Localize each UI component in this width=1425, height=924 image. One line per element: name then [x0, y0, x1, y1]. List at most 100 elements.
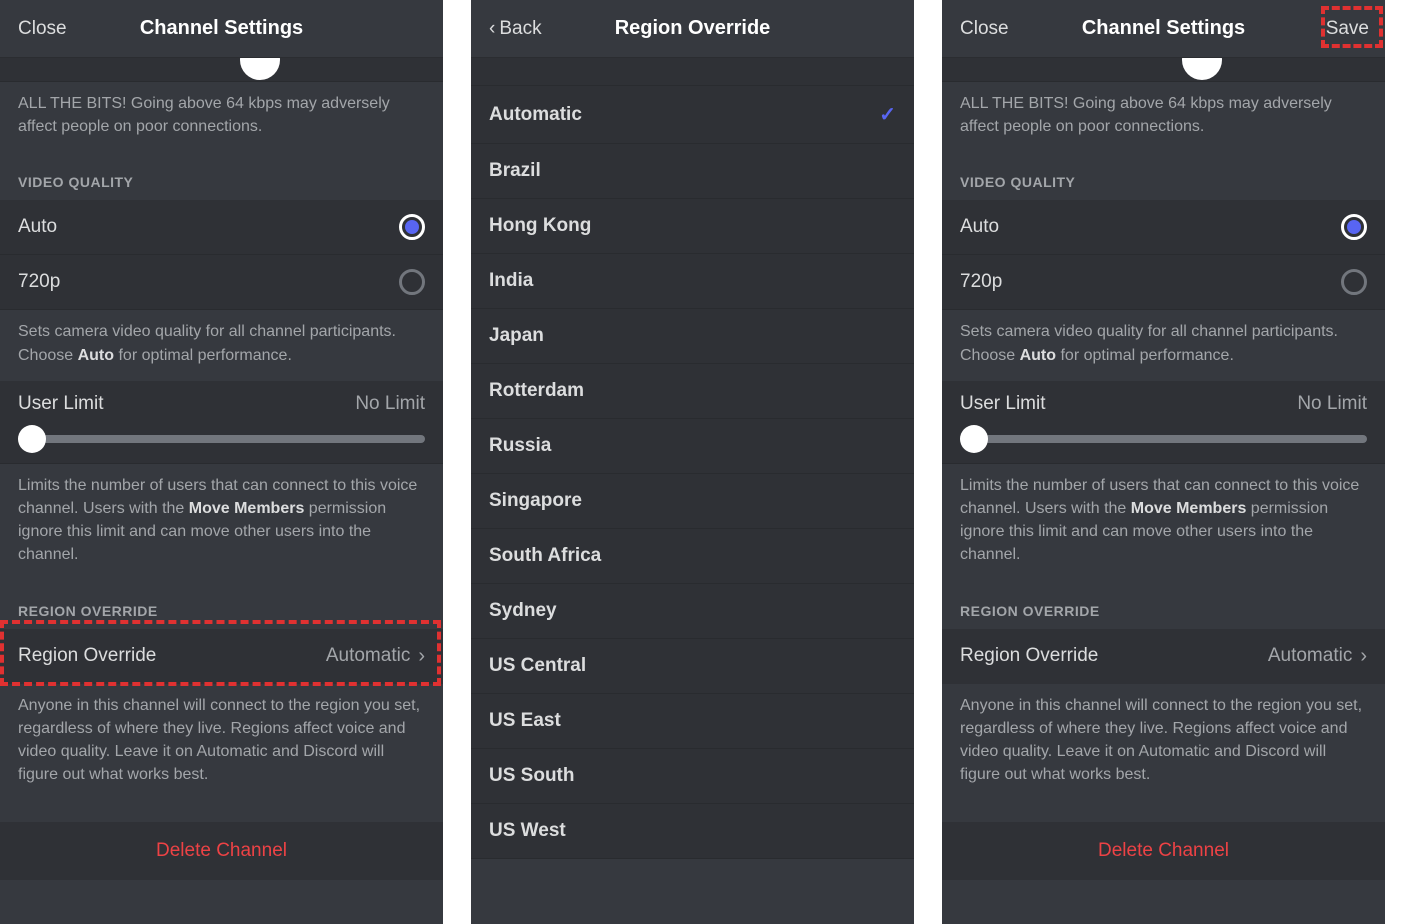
region-item-south-africa[interactable]: South Africa [471, 529, 914, 584]
back-label: Back [499, 18, 541, 40]
region-row-label: Region Override [18, 645, 156, 667]
region-override-description: Anyone in this channel will connect to t… [0, 684, 443, 801]
text-bold: Move Members [189, 500, 305, 517]
slider-track[interactable] [18, 435, 425, 443]
region-item-rotterdam[interactable]: Rotterdam [471, 364, 914, 419]
video-option-720p[interactable]: 720p [0, 255, 443, 310]
region-item-sydney[interactable]: Sydney [471, 584, 914, 639]
slider-track[interactable] [960, 435, 1367, 443]
video-quality-description: Sets camera video quality for all channe… [0, 310, 443, 380]
header: Close Channel Settings Save [942, 0, 1385, 58]
item-label: Russia [489, 435, 551, 457]
slider-thumb-icon[interactable] [18, 425, 46, 453]
radio-selected-icon [399, 214, 425, 240]
channel-settings-panel-1: Close Channel Settings ALL THE BITS! Goi… [0, 0, 443, 924]
region-override-header: REGION OVERRIDE [942, 581, 1385, 629]
slider-thumb-icon[interactable] [960, 425, 988, 453]
item-label: US Central [489, 655, 586, 677]
option-label: Auto [960, 216, 999, 238]
video-quality-description: Sets camera video quality for all channe… [942, 310, 1385, 380]
item-label: Sydney [489, 600, 557, 622]
region-item-us-east[interactable]: US East [471, 694, 914, 749]
radio-selected-icon [1341, 214, 1367, 240]
region-override-row[interactable]: Region Override Automatic › [942, 629, 1385, 684]
video-option-720p[interactable]: 720p [942, 255, 1385, 310]
header: ‹ Back Region Override [471, 0, 914, 58]
region-override-header: REGION OVERRIDE [0, 581, 443, 629]
bitrate-toggle-partial[interactable] [0, 58, 443, 82]
item-label: Japan [489, 325, 544, 347]
delete-channel-button[interactable]: Delete Channel [0, 822, 443, 880]
region-item-brazil[interactable]: Brazil [471, 144, 914, 199]
check-icon: ✓ [879, 102, 896, 127]
page-title: Channel Settings [140, 17, 303, 40]
text: for optimal performance. [114, 347, 292, 364]
save-button[interactable]: Save [1326, 18, 1369, 40]
chevron-right-icon: › [418, 645, 425, 668]
user-limit-label: User Limit [960, 393, 1046, 415]
radio-unselected-icon [399, 269, 425, 295]
option-label: Auto [18, 216, 57, 238]
channel-settings-panel-2: Close Channel Settings Save ALL THE BITS… [942, 0, 1385, 924]
user-limit-description: Limits the number of users that can conn… [942, 464, 1385, 581]
item-label: US East [489, 710, 561, 732]
region-item-russia[interactable]: Russia [471, 419, 914, 474]
option-label: 720p [960, 271, 1002, 293]
video-quality-header: VIDEO QUALITY [0, 152, 443, 200]
content: ALL THE BITS! Going above 64 kbps may ad… [942, 58, 1385, 924]
text-bold: Auto [1020, 347, 1056, 364]
region-item-india[interactable]: India [471, 254, 914, 309]
video-option-auto[interactable]: Auto [942, 200, 1385, 255]
region-row-value: Automatic [326, 645, 410, 667]
header: Close Channel Settings [0, 0, 443, 58]
region-item-us-west[interactable]: US West [471, 804, 914, 859]
text-bold: Move Members [1131, 500, 1247, 517]
toggle-knob [240, 58, 280, 80]
item-label: Singapore [489, 490, 582, 512]
region-row-value: Automatic [1268, 645, 1352, 667]
bitrate-description: ALL THE BITS! Going above 64 kbps may ad… [942, 82, 1385, 152]
user-limit-slider[interactable]: User Limit No Limit [942, 381, 1385, 464]
user-limit-label: User Limit [18, 393, 104, 415]
item-label: Hong Kong [489, 215, 591, 237]
bitrate-toggle-partial[interactable] [942, 58, 1385, 82]
region-override-description: Anyone in this channel will connect to t… [942, 684, 1385, 801]
chevron-right-icon: › [1360, 645, 1367, 668]
video-option-auto[interactable]: Auto [0, 200, 443, 255]
item-label: Automatic [489, 104, 582, 126]
radio-unselected-icon [1341, 269, 1367, 295]
user-limit-description: Limits the number of users that can conn… [0, 464, 443, 581]
page-title: Region Override [615, 17, 771, 40]
user-limit-value: No Limit [1297, 393, 1367, 415]
item-label: Brazil [489, 160, 541, 182]
region-item-us-central[interactable]: US Central [471, 639, 914, 694]
close-button[interactable]: Close [960, 18, 1009, 40]
region-item-singapore[interactable]: Singapore [471, 474, 914, 529]
region-override-panel: ‹ Back Region Override Automatic ✓ Brazi… [471, 0, 914, 924]
video-quality-header: VIDEO QUALITY [942, 152, 1385, 200]
text: for optimal performance. [1056, 347, 1234, 364]
page-title: Channel Settings [1082, 17, 1245, 40]
region-override-row[interactable]: Region Override Automatic › [0, 629, 443, 684]
content: ALL THE BITS! Going above 64 kbps may ad… [0, 58, 443, 924]
back-button[interactable]: ‹ Back [489, 18, 542, 40]
user-limit-slider[interactable]: User Limit No Limit [0, 381, 443, 464]
chevron-left-icon: ‹ [489, 18, 495, 40]
item-label: US West [489, 820, 566, 842]
region-row-label: Region Override [960, 645, 1098, 667]
region-item-japan[interactable]: Japan [471, 309, 914, 364]
region-item-us-south[interactable]: US South [471, 749, 914, 804]
spacer [471, 58, 914, 86]
delete-channel-button[interactable]: Delete Channel [942, 822, 1385, 880]
bitrate-description: ALL THE BITS! Going above 64 kbps may ad… [0, 82, 443, 152]
item-label: South Africa [489, 545, 601, 567]
text-bold: Auto [78, 347, 114, 364]
region-list: Automatic ✓ Brazil Hong Kong India Japan… [471, 58, 914, 924]
item-label: Rotterdam [489, 380, 584, 402]
region-item-automatic[interactable]: Automatic ✓ [471, 86, 914, 144]
user-limit-value: No Limit [355, 393, 425, 415]
region-item-hong-kong[interactable]: Hong Kong [471, 199, 914, 254]
item-label: US South [489, 765, 575, 787]
option-label: 720p [18, 271, 60, 293]
close-button[interactable]: Close [18, 18, 67, 40]
